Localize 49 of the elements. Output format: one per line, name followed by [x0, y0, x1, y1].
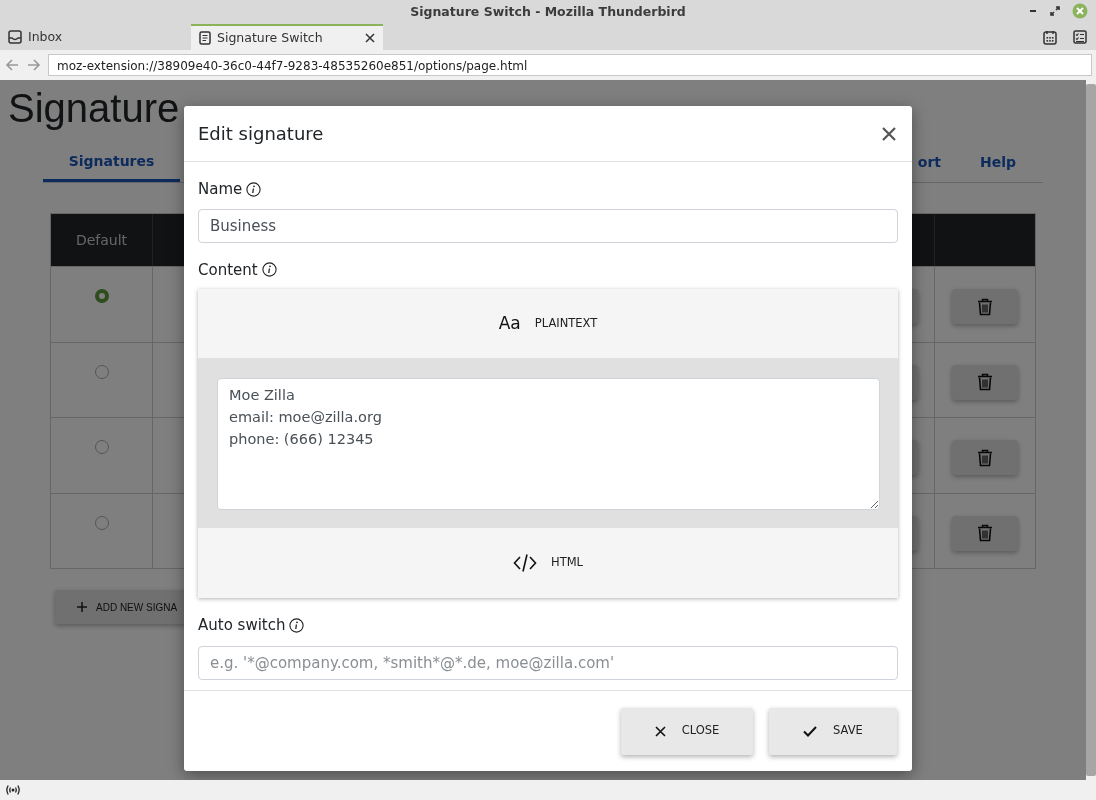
window-tab[interactable]: Inbox — [0, 24, 191, 50]
info-icon[interactable] — [246, 181, 262, 197]
delete-button[interactable] — [952, 289, 1018, 324]
forward-icon[interactable] — [26, 57, 42, 73]
accordion-header[interactable]: Aa PLAINTEXT — [198, 289, 898, 359]
trash-icon — [977, 373, 993, 391]
info-icon[interactable] — [289, 617, 305, 633]
field-label: Name — [198, 179, 243, 200]
name-field[interactable]: Business — [198, 208, 898, 243]
calendar-icon[interactable] — [1043, 29, 1057, 45]
trash-icon — [977, 524, 993, 542]
trash-icon — [977, 448, 993, 467]
default-radio[interactable] — [94, 515, 109, 530]
window-tab[interactable]: Signature Switch — [191, 24, 383, 50]
maximize-icon[interactable] — [1050, 6, 1060, 16]
field-label: Content — [198, 259, 258, 281]
delete-button[interactable] — [952, 440, 1018, 475]
close-icon — [882, 126, 896, 141]
plus-icon — [77, 602, 87, 612]
close-button[interactable]: CLOSE — [621, 707, 753, 755]
field-label: Auto switch — [198, 615, 286, 636]
default-radio[interactable] — [94, 440, 109, 454]
default-radio[interactable] — [94, 364, 109, 379]
default-radio[interactable] — [94, 289, 109, 303]
trash-icon — [977, 297, 993, 316]
delete-button[interactable] — [952, 364, 1018, 400]
page-title: Signature — [8, 88, 180, 128]
address-field[interactable]: moz-extension://38909e40-36c0-44f7-9283-48535260e851/options/page.html — [48, 54, 1092, 76]
auto-switch-field[interactable]: e.g. '*@company.com, *smith*@*.de, moe@zilla.com' — [198, 645, 898, 680]
dialog-title: Edit signature — [198, 122, 324, 146]
back-icon[interactable] — [4, 57, 20, 73]
close-icon[interactable] — [365, 33, 375, 43]
code-icon — [513, 553, 537, 573]
window-title: Signature Switch - Mozilla Thunderbird — [410, 2, 686, 21]
broadcast-icon[interactable] — [5, 784, 21, 796]
close-icon — [654, 725, 666, 737]
column-header: Default — [75, 230, 128, 250]
text-format-icon: Aa — [498, 310, 521, 337]
save-button[interactable]: SAVE — [769, 707, 897, 755]
check-icon — [803, 725, 818, 737]
scrollbar-thumb[interactable] — [1086, 84, 1096, 776]
info-icon[interactable] — [261, 262, 277, 278]
accordion-header[interactable]: HTML — [198, 528, 898, 598]
delete-button[interactable] — [952, 515, 1018, 551]
document-icon — [199, 31, 211, 45]
inbox-icon — [8, 30, 22, 44]
task-list-icon[interactable] — [1073, 30, 1087, 44]
close-button[interactable] — [880, 124, 898, 143]
signature-text-area[interactable]: Moe Zilla email: moe@zilla.org phone: (666) 12345 — [217, 378, 880, 510]
